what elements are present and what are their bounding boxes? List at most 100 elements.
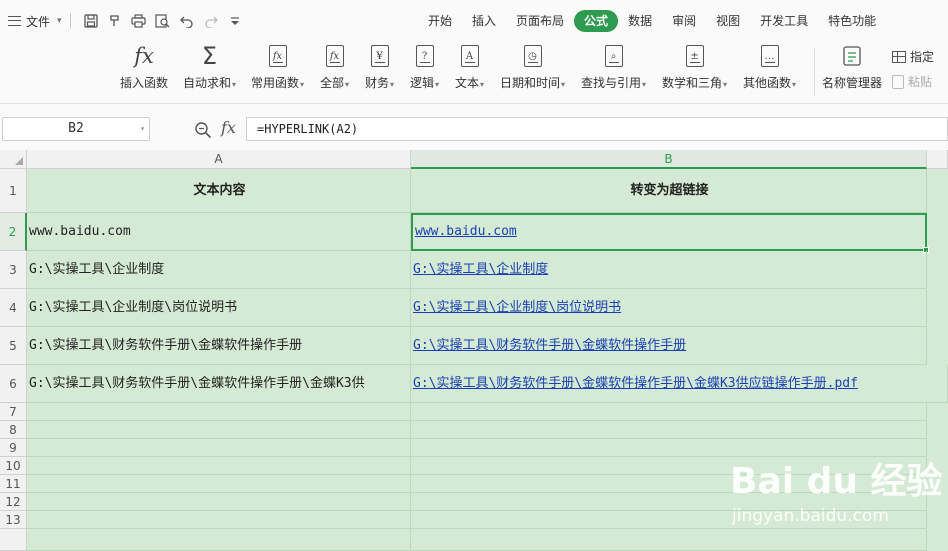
- cell-b3[interactable]: G:\实操工具\企业制度: [411, 251, 927, 289]
- specify-label: 指定: [910, 50, 935, 64]
- tab-developer[interactable]: 开发工具: [750, 10, 818, 32]
- cell-a1[interactable]: 文本内容: [27, 169, 411, 213]
- print-preview-icon[interactable]: [151, 10, 175, 32]
- row-header-7[interactable]: 7: [0, 403, 27, 421]
- cell-a6[interactable]: G:\实操工具\财务软件手册\金蝶软件操作手册\金蝶K3供: [27, 365, 411, 403]
- empty-cell[interactable]: [27, 529, 411, 551]
- all-functions-button[interactable]: fx 全部▾: [320, 42, 349, 102]
- paste-icon: [892, 74, 904, 89]
- undo-icon[interactable]: [175, 10, 199, 32]
- tab-insert[interactable]: 插入: [462, 10, 506, 32]
- cell-b2[interactable]: www.baidu.com: [411, 213, 927, 251]
- cell-a3[interactable]: G:\实操工具\企业制度: [27, 251, 411, 289]
- row-header-1[interactable]: 1: [0, 169, 27, 213]
- empty-cell[interactable]: [27, 457, 411, 475]
- financial-button[interactable]: ¥ 财务▾: [365, 42, 394, 102]
- math-book-icon: ±: [685, 45, 704, 67]
- empty-cell[interactable]: [27, 439, 411, 457]
- formula-ribbon: fx 插入函数 Σ 自动求和▾ fx 常用函数▾ fx 全部▾ ¥ 财务▾ ? …: [0, 42, 948, 104]
- tab-home[interactable]: 开始: [418, 10, 462, 32]
- name-manager-icon: [841, 44, 863, 68]
- cell-b6[interactable]: G:\实操工具\财务软件手册\金蝶软件操作手册\金蝶K3供应链操作手册.pdf: [411, 365, 948, 403]
- tab-page-layout[interactable]: 页面布局: [506, 10, 574, 32]
- empty-cell[interactable]: [411, 529, 927, 551]
- tab-view[interactable]: 视图: [706, 10, 750, 32]
- file-menu-button[interactable]: 文件 ▾: [8, 13, 62, 30]
- cell-b4[interactable]: G:\实操工具\企业制度\岗位说明书: [411, 289, 927, 327]
- tab-formulas[interactable]: 公式: [574, 10, 619, 32]
- row-header-4[interactable]: 4: [0, 289, 27, 327]
- column-header-a[interactable]: A: [27, 150, 411, 169]
- empty-cell[interactable]: [27, 493, 411, 511]
- watermark-logo: Bai du 经验: [730, 461, 943, 502]
- row-header-10[interactable]: 10: [0, 457, 27, 475]
- fx-icon[interactable]: fx: [221, 118, 236, 137]
- menu-bar: 文件 ▾ 开始 插入 页面布局 公式 数据 审阅 视图 开发工具 特色功能: [0, 0, 948, 42]
- print-icon[interactable]: [127, 10, 151, 32]
- chevron-down-icon[interactable]: ▾: [140, 118, 145, 140]
- question-book-icon: ?: [415, 45, 434, 67]
- star-function-icon: fx: [268, 45, 287, 67]
- common-functions-button[interactable]: fx 常用函数▾: [251, 42, 304, 102]
- quick-access-toolbar: 文件 ▾: [8, 10, 247, 32]
- row-header-14[interactable]: [0, 529, 27, 551]
- row-header-6[interactable]: 6: [0, 365, 27, 403]
- cell-b1[interactable]: 转变为超链接: [411, 169, 927, 213]
- tab-data[interactable]: 数据: [618, 10, 662, 32]
- common-functions-label: 常用函数: [251, 76, 300, 90]
- date-time-button[interactable]: ◷ 日期和时间▾: [500, 42, 565, 102]
- function-book-icon: fx: [325, 45, 344, 67]
- lookup-reference-button[interactable]: ⌕ 查找与引用▾: [581, 42, 646, 102]
- tab-special-features[interactable]: 特色功能: [818, 10, 886, 32]
- text-functions-button[interactable]: A 文本▾: [455, 42, 484, 102]
- empty-cell[interactable]: [27, 403, 411, 421]
- cell-a4[interactable]: G:\实操工具\企业制度\岗位说明书: [27, 289, 411, 327]
- zoom-search-icon[interactable]: [194, 121, 212, 139]
- lookup-reference-label: 查找与引用: [581, 76, 642, 90]
- formula-input[interactable]: =HYPERLINK(A2): [246, 117, 948, 141]
- all-functions-label: 全部: [320, 76, 345, 90]
- specify-button[interactable]: 指定: [892, 48, 934, 65]
- customize-toolbar-icon[interactable]: [223, 10, 247, 32]
- logical-button[interactable]: ? 逻辑▾: [410, 42, 439, 102]
- redo-icon[interactable]: [199, 10, 223, 32]
- empty-cell[interactable]: [27, 475, 411, 493]
- row-header-8[interactable]: 8: [0, 421, 27, 439]
- column-header-b[interactable]: B: [411, 150, 927, 169]
- cell-b5[interactable]: G:\实操工具\财务软件手册\金蝶软件操作手册: [411, 327, 927, 365]
- autosum-button[interactable]: Σ 自动求和▾: [183, 42, 236, 102]
- clock-book-icon: ◷: [523, 45, 542, 67]
- yen-book-icon: ¥: [370, 45, 389, 67]
- empty-cell[interactable]: [27, 421, 411, 439]
- divider: [814, 48, 815, 96]
- format-painter-icon[interactable]: [103, 10, 127, 32]
- empty-cell[interactable]: [411, 421, 927, 439]
- empty-cell[interactable]: [411, 403, 927, 421]
- name-manager-button[interactable]: 名称管理器: [822, 42, 882, 102]
- select-all-corner[interactable]: [0, 150, 27, 169]
- row-header-11[interactable]: 11: [0, 475, 27, 493]
- row-header-5[interactable]: 5: [0, 327, 27, 365]
- empty-cell[interactable]: [27, 511, 411, 529]
- row-header-2[interactable]: 2: [0, 213, 27, 251]
- math-trig-label: 数学和三角: [662, 76, 723, 90]
- column-header-c[interactable]: [927, 150, 948, 169]
- more-functions-button[interactable]: … 其他函数▾: [743, 42, 796, 102]
- row-header-13[interactable]: 13: [0, 511, 27, 529]
- row-header-3[interactable]: 3: [0, 251, 27, 289]
- name-box-value: B2: [68, 121, 84, 136]
- row-header-12[interactable]: 12: [0, 493, 27, 511]
- cell-a2[interactable]: www.baidu.com: [27, 213, 411, 251]
- insert-function-button[interactable]: fx 插入函数: [120, 42, 168, 102]
- save-icon[interactable]: [79, 10, 103, 32]
- hamburger-icon: [8, 16, 21, 26]
- paste-button[interactable]: 粘贴: [892, 73, 932, 90]
- cell-a5[interactable]: G:\实操工具\财务软件手册\金蝶软件操作手册: [27, 327, 411, 365]
- math-trig-button[interactable]: ± 数学和三角▾: [662, 42, 727, 102]
- logical-label: 逻辑: [410, 76, 435, 90]
- row-header-9[interactable]: 9: [0, 439, 27, 457]
- table-icon: [892, 50, 906, 63]
- tab-review[interactable]: 审阅: [662, 10, 706, 32]
- name-box[interactable]: B2 ▾: [2, 117, 150, 141]
- formula-bar: B2 ▾ fx =HYPERLINK(A2): [0, 104, 948, 150]
